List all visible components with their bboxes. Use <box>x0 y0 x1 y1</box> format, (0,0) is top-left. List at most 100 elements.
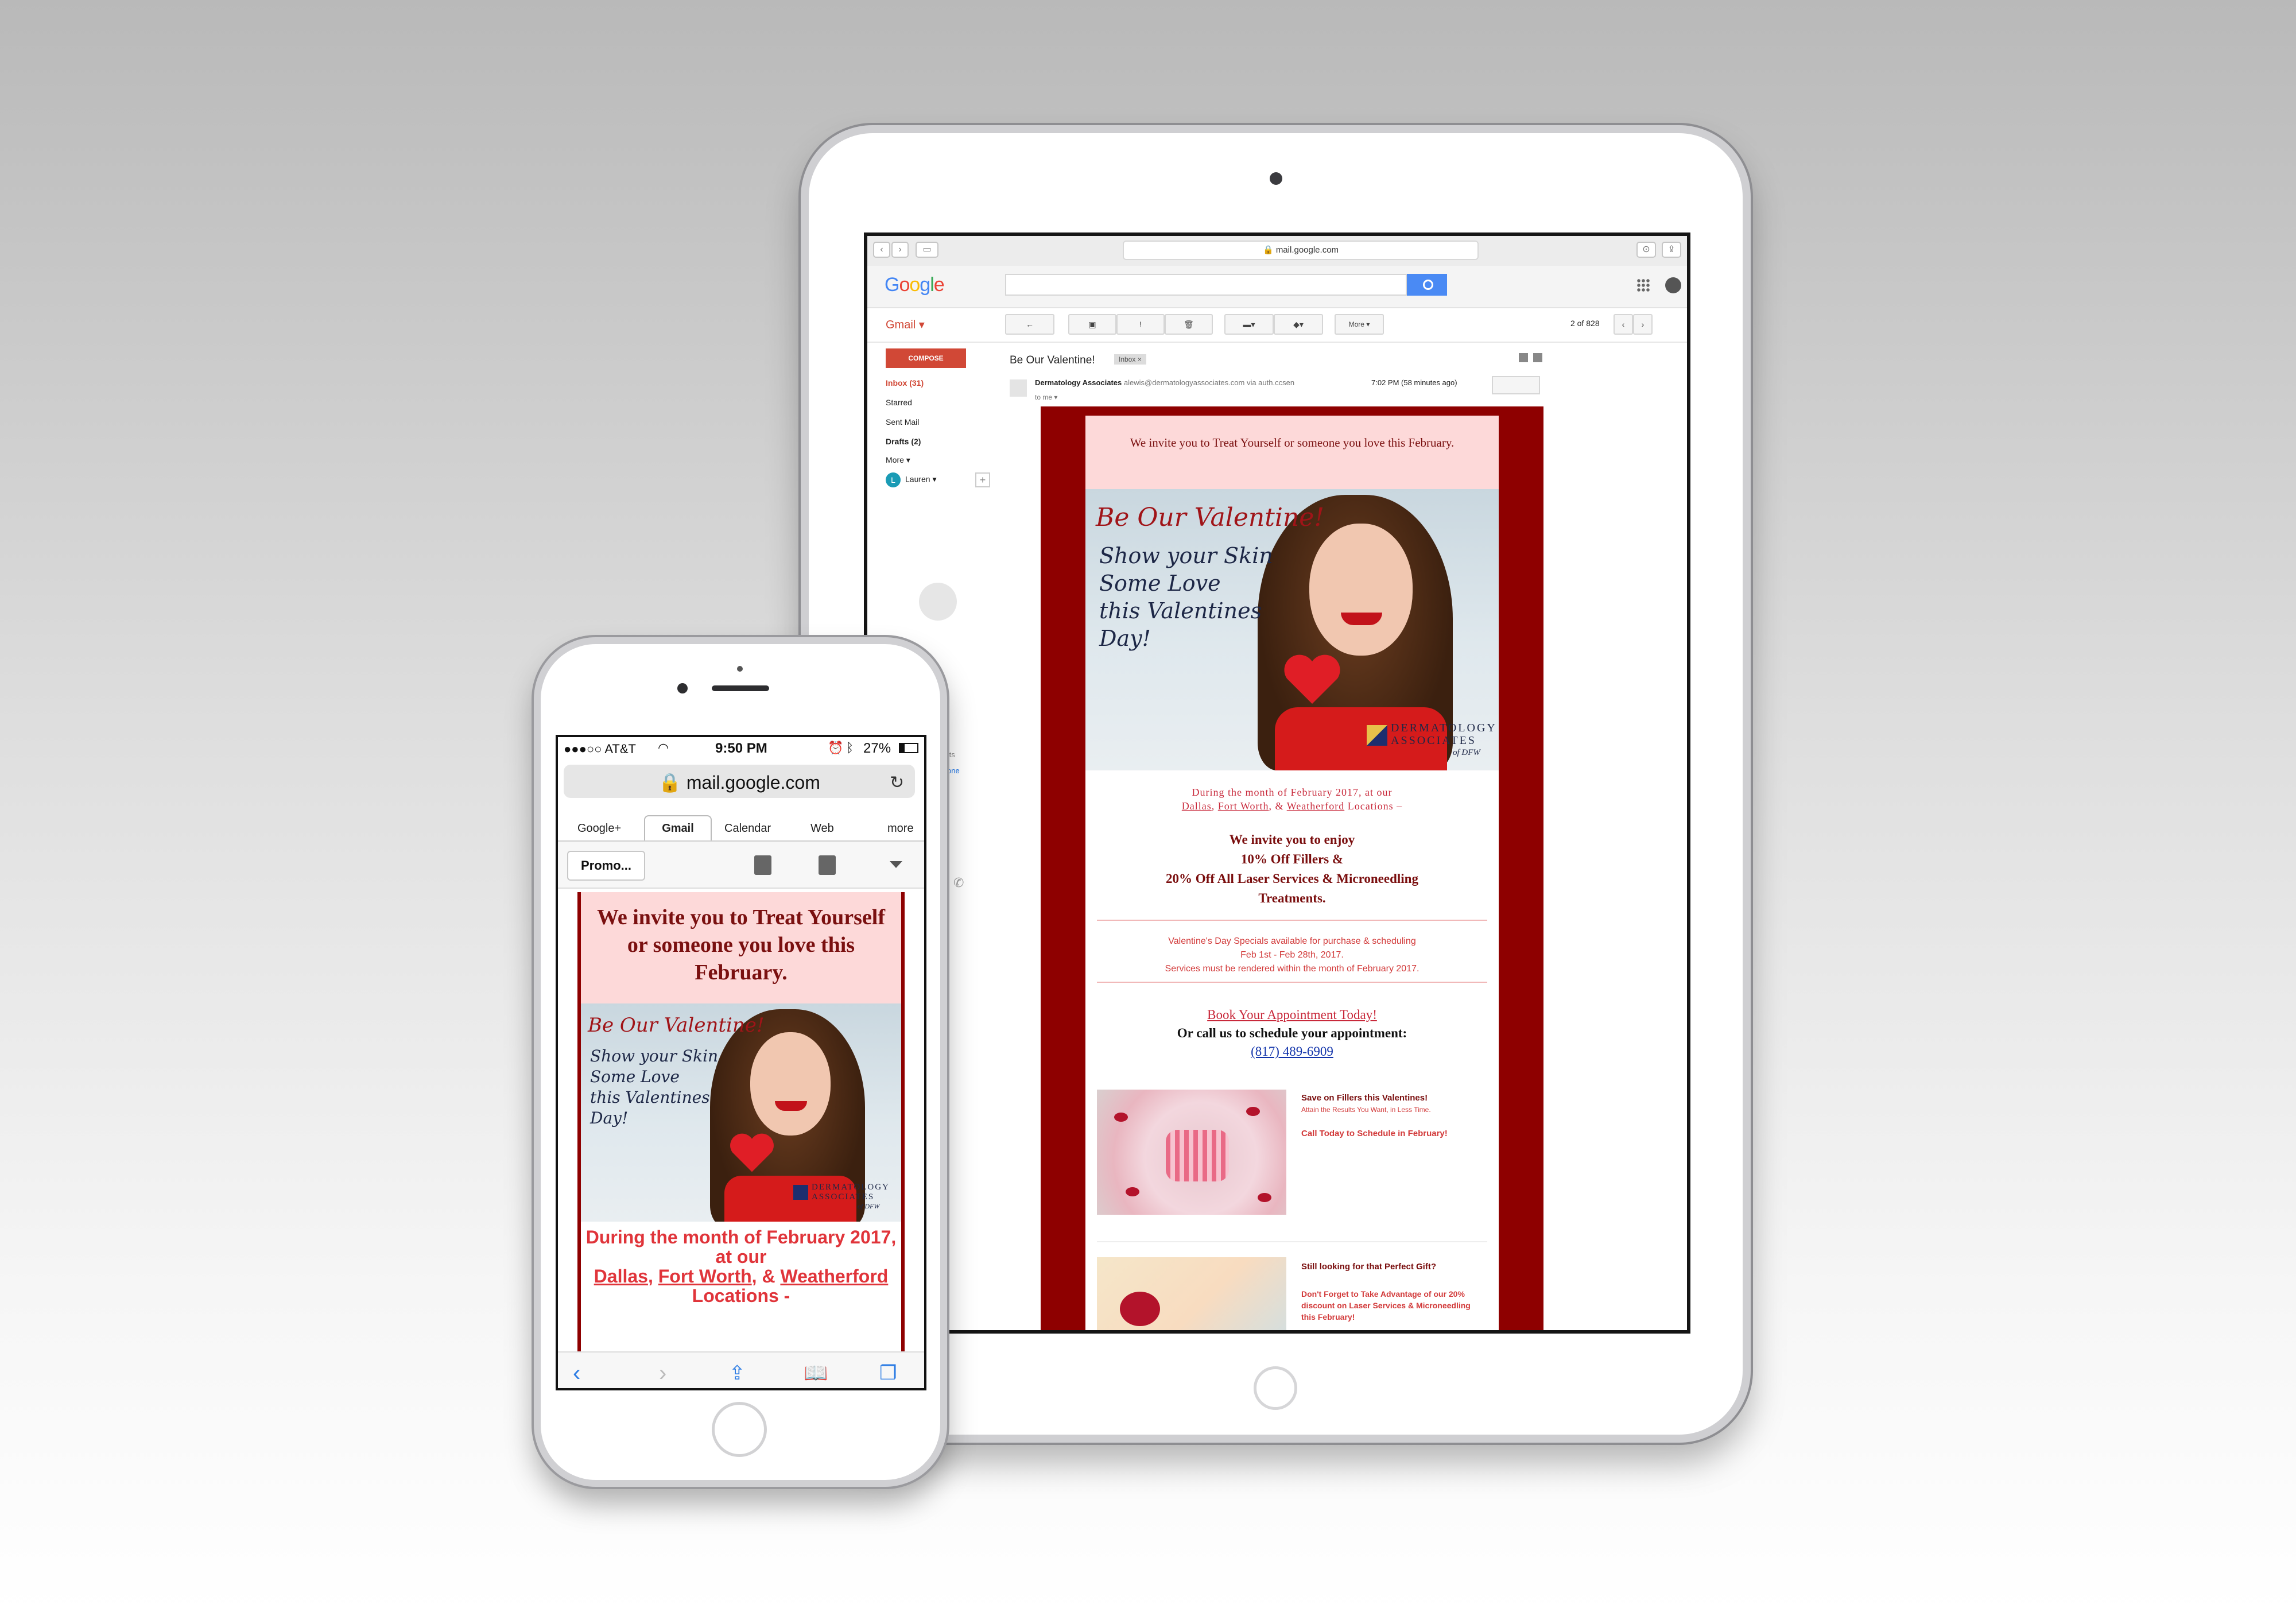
offer-line: 20% Off All Laser Services & Microneedli… <box>1166 871 1418 886</box>
sender-avatar <box>1010 379 1027 397</box>
sender-email: alewis@dermatologyassociates.com <box>1123 378 1245 387</box>
logo-line: of DFW <box>1453 748 1480 757</box>
url-text: 🔒 mail.google.com <box>658 772 820 793</box>
newer-button[interactable]: ‹ <box>1614 314 1633 335</box>
gift-box <box>1166 1130 1229 1181</box>
archive-icon[interactable] <box>754 855 771 875</box>
back-icon[interactable]: ‹ <box>873 242 890 258</box>
locations-text: During the month of February 2017, at ou… <box>585 1227 897 1306</box>
location-link[interactable]: Dallas <box>594 1266 648 1286</box>
petal <box>1114 1113 1128 1122</box>
gift-box-image <box>1097 1090 1286 1215</box>
iphone-home-button[interactable] <box>712 1402 767 1457</box>
promo1-cta[interactable]: Call Today to Schedule in February! <box>1301 1129 1448 1138</box>
back-icon[interactable]: ‹ <box>573 1362 580 1385</box>
hero-lips <box>1341 613 1382 625</box>
hero-face <box>750 1032 831 1136</box>
tab-web[interactable]: Web <box>810 822 834 835</box>
wifi-icon: ◠ <box>658 741 669 755</box>
bookmarks-icon[interactable]: 📖 <box>804 1362 828 1385</box>
share-icon[interactable]: ⇪ <box>729 1362 746 1385</box>
hero-line: Show your Skin <box>1099 543 1273 568</box>
tab-more[interactable]: more <box>887 822 914 835</box>
forward-icon[interactable]: › <box>659 1362 666 1385</box>
mail-toolbar: Promo... <box>558 842 924 889</box>
archive-button[interactable]: ▣ <box>1068 314 1116 335</box>
during-text: During the month of February 2017, at ou… <box>1192 786 1393 798</box>
ipad-screen: ‹ › ▭ 🔒 mail.google.com ⊙ ⇪ Google Gmail… <box>864 232 1690 1334</box>
ipad-home-button[interactable] <box>1254 1366 1297 1410</box>
google-tabs: Google+ Gmail Calendar Web more <box>558 814 924 842</box>
phone-icon[interactable]: ✆ <box>953 875 964 890</box>
hero-title: Be Our Valentine! <box>588 1014 765 1037</box>
petal <box>1126 1187 1139 1196</box>
sidebar-icon[interactable]: ▭ <box>916 242 938 258</box>
sidebar-item-sent[interactable]: Sent Mail <box>886 417 919 427</box>
location-link[interactable]: Fort Worth <box>658 1266 752 1286</box>
hero-line: Day! <box>590 1109 629 1127</box>
delete-button[interactable]: 🗑 <box>1165 314 1213 335</box>
promotions-back-button[interactable]: Promo... <box>567 851 645 881</box>
offer-line: 10% Off Fillers & <box>1240 852 1344 866</box>
more-button[interactable]: More ▾ <box>1335 314 1384 335</box>
sidebar-item-starred[interactable]: Starred <box>886 398 912 407</box>
tabs-icon[interactable]: ❐ <box>879 1362 897 1385</box>
hero-line: Day! <box>1099 626 1151 651</box>
location-link[interactable]: Weatherford <box>1287 800 1345 812</box>
logo-line: DERMATOLOGY <box>1391 722 1497 734</box>
trash-icon[interactable] <box>819 855 836 875</box>
alarm-icon: ⏰ <box>828 741 844 755</box>
forward-icon[interactable]: › <box>891 242 909 258</box>
hero-lips <box>775 1101 807 1111</box>
location-link[interactable]: Weatherford <box>780 1266 888 1286</box>
email-body: We invite you to Treat Yourself or someo… <box>1041 406 1543 1330</box>
dermatology-logo: DERMATOLOGY ASSOCIATES of DFW <box>793 1183 901 1222</box>
reply-button[interactable] <box>1492 376 1540 394</box>
labels-button[interactable]: ◆▾ <box>1274 314 1323 335</box>
back-to-inbox-button[interactable]: ← <box>1005 314 1054 335</box>
hero-tagline: Show your Skin Some Love this Valentines… <box>1099 542 1273 652</box>
phone-link[interactable]: (817) 489-6909 <box>1085 1043 1499 1061</box>
move-to-button[interactable]: ▬▾ <box>1224 314 1274 335</box>
invite-banner <box>1085 416 1499 489</box>
booking-section: Book Your Appointment Today! Or call us … <box>1085 1006 1499 1061</box>
logo-line: DERMATOLOGY <box>812 1183 890 1192</box>
gmail-menu[interactable]: Gmail ▾ <box>886 317 925 332</box>
apps-grid-icon[interactable] <box>1636 278 1650 292</box>
search-button[interactable] <box>1407 274 1447 296</box>
tab-calendar[interactable]: Calendar <box>724 822 771 835</box>
logo-line: ASSOCIATES <box>1391 734 1476 747</box>
address-bar[interactable]: 🔒 mail.google.com <box>1123 241 1479 260</box>
address-bar[interactable]: 🔒 mail.google.com ↻ <box>564 765 915 798</box>
sender-row: Dermatology Associates alewis@dermatolog… <box>1010 376 1540 408</box>
battery-icon <box>899 743 918 753</box>
compose-button[interactable]: COMPOSE <box>886 348 966 368</box>
hangouts-user[interactable]: L Lauren ▾ <box>886 472 937 487</box>
search-input[interactable] <box>1005 274 1407 296</box>
report-spam-button[interactable]: ! <box>1116 314 1165 335</box>
book-appointment-link[interactable]: Book Your Appointment Today! <box>1085 1006 1499 1024</box>
new-window-icon[interactable] <box>1533 353 1542 362</box>
older-button[interactable]: › <box>1633 314 1653 335</box>
pager-count: 2 of 828 <box>1570 319 1600 328</box>
reload-icon[interactable]: ↻ <box>890 773 904 793</box>
inbox-label[interactable]: Inbox × <box>1114 354 1146 365</box>
sidebar-item-inbox[interactable]: Inbox (31) <box>886 378 924 388</box>
divider <box>1097 982 1487 983</box>
heart-icon <box>730 1133 774 1172</box>
account-avatar[interactable] <box>1665 277 1681 293</box>
tab-google-plus[interactable]: Google+ <box>577 822 621 835</box>
tab-gmail[interactable]: Gmail <box>644 815 712 840</box>
location-link[interactable]: Fort Worth <box>1218 800 1269 812</box>
add-contact-button[interactable]: + <box>975 472 990 487</box>
location-link[interactable]: Dallas <box>1182 800 1212 812</box>
recipient-details[interactable]: to me ▾ <box>1035 393 1057 401</box>
share-icon[interactable]: ⇪ <box>1662 242 1681 258</box>
sidebar-item-drafts[interactable]: Drafts (2) <box>886 437 921 446</box>
sidebar-item-more[interactable]: More ▾ <box>886 455 910 465</box>
chevron-down-icon[interactable] <box>890 861 902 868</box>
print-icon[interactable] <box>1519 353 1528 362</box>
download-icon[interactable]: ⊙ <box>1636 242 1656 258</box>
hero-image: Be Our Valentine! Show your Skin Some Lo… <box>1085 489 1499 770</box>
google-logo[interactable]: Google <box>885 274 945 296</box>
